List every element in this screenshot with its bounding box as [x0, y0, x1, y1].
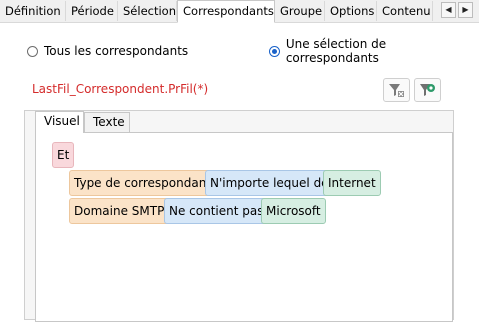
radio-selection-correspondents[interactable]: Une sélection de correspondants	[269, 37, 479, 65]
tab-scroll-right-button[interactable]: ▶	[458, 2, 473, 18]
tab-periode[interactable]: Période	[66, 1, 118, 21]
filter-editor-panel: Visuel Texte Et Type de correspondant N'…	[24, 110, 454, 322]
tab-scroll-left-button[interactable]: ◀	[441, 2, 456, 18]
visual-filter-canvas: Et Type de correspondant N'importe leque…	[35, 132, 453, 322]
tab-contenu[interactable]: Contenu	[377, 1, 433, 21]
condition-value-chip[interactable]: Microsoft	[261, 198, 326, 224]
tab-text[interactable]: Texte	[84, 112, 130, 132]
radio-all-correspondents[interactable]: Tous les correspondants	[27, 43, 188, 59]
logic-and-chip[interactable]: Et	[52, 142, 75, 168]
tab-groupe[interactable]: Groupe	[275, 1, 325, 21]
condition-value-chip[interactable]: Internet	[323, 170, 381, 196]
filter-manage-button[interactable]	[414, 78, 441, 102]
condition-field-chip[interactable]: Domaine SMTP	[69, 198, 170, 224]
tab-options[interactable]: Options	[325, 1, 377, 21]
filter-clear-button[interactable]	[383, 78, 410, 102]
radio-all-indicator[interactable]	[27, 45, 38, 57]
radio-all-label: Tous les correspondants	[44, 44, 189, 58]
radio-selection-indicator[interactable]	[269, 45, 280, 57]
filter-variable-name: LastFil_Correspondent.PrFil(*)	[32, 82, 209, 96]
tab-strip: Définition Période Sélection Corresponda…	[0, 0, 479, 23]
filter-clear-icon	[389, 83, 404, 97]
condition-operator-chip[interactable]: Ne contient pas	[164, 198, 269, 224]
condition-operator-chip[interactable]: N'importe lequel de	[205, 170, 334, 196]
tab-visual[interactable]: Visuel	[35, 111, 84, 133]
tab-correspondants[interactable]: Correspondants	[177, 0, 275, 23]
tab-definition[interactable]: Définition	[0, 1, 66, 21]
condition-field-chip[interactable]: Type de correspondant	[69, 170, 217, 196]
radio-selection-label: Une sélection de correspondants	[285, 37, 387, 65]
tab-selection[interactable]: Sélection	[118, 1, 177, 21]
filter-manage-icon	[420, 83, 435, 96]
